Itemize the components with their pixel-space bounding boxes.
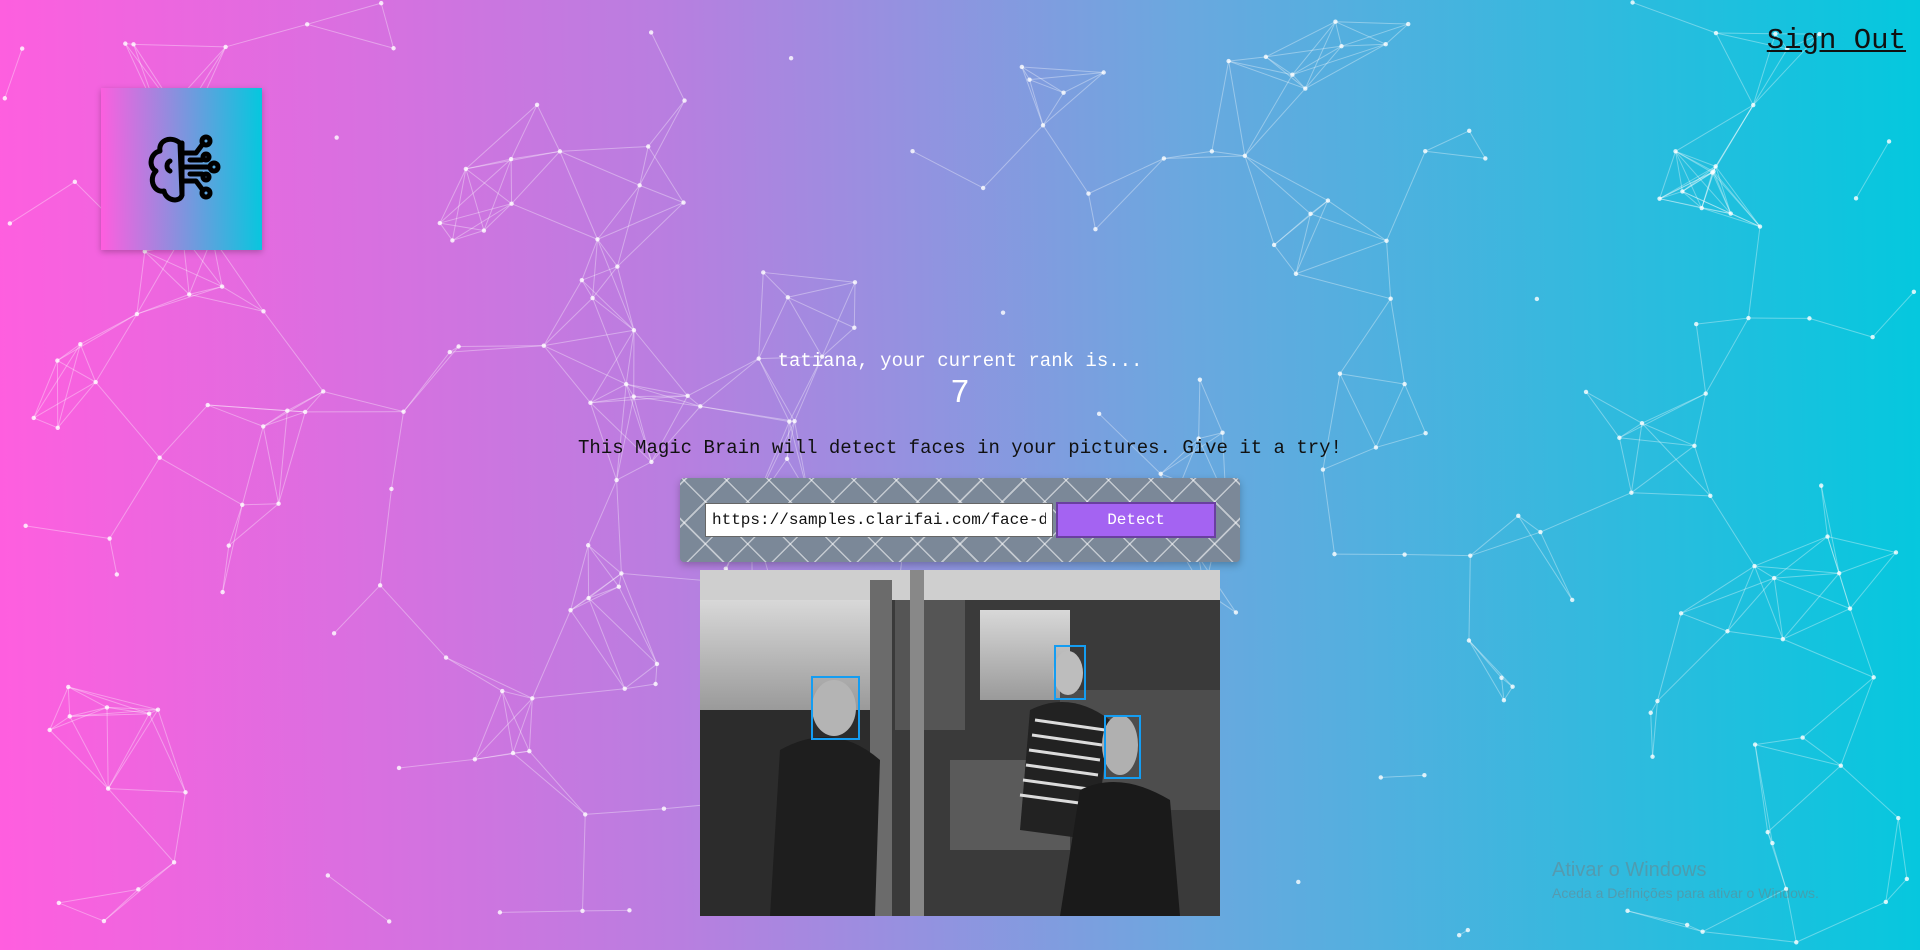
rank-value: 7 <box>950 375 970 412</box>
detect-button[interactable]: Detect <box>1056 502 1216 538</box>
face-detection-image <box>700 570 1220 916</box>
van-photo <box>700 570 1220 916</box>
face-box <box>1054 645 1086 700</box>
sign-out-link[interactable]: Sign Out <box>1767 24 1906 57</box>
windows-activation-subtitle: Aceda a Definições para ativar o Windows… <box>1552 885 1819 901</box>
intro-text: This Magic Brain will detect faces in yo… <box>578 437 1342 459</box>
image-url-form: Detect <box>680 478 1240 562</box>
windows-activation-title: Ativar o Windows <box>1552 859 1707 881</box>
brain-circuit-icon <box>148 134 220 203</box>
image-url-input[interactable] <box>705 503 1053 537</box>
face-box <box>811 676 860 740</box>
rank-label: tatiana, your current rank is... <box>777 350 1143 372</box>
face-box <box>1104 715 1141 779</box>
logo <box>101 88 262 250</box>
